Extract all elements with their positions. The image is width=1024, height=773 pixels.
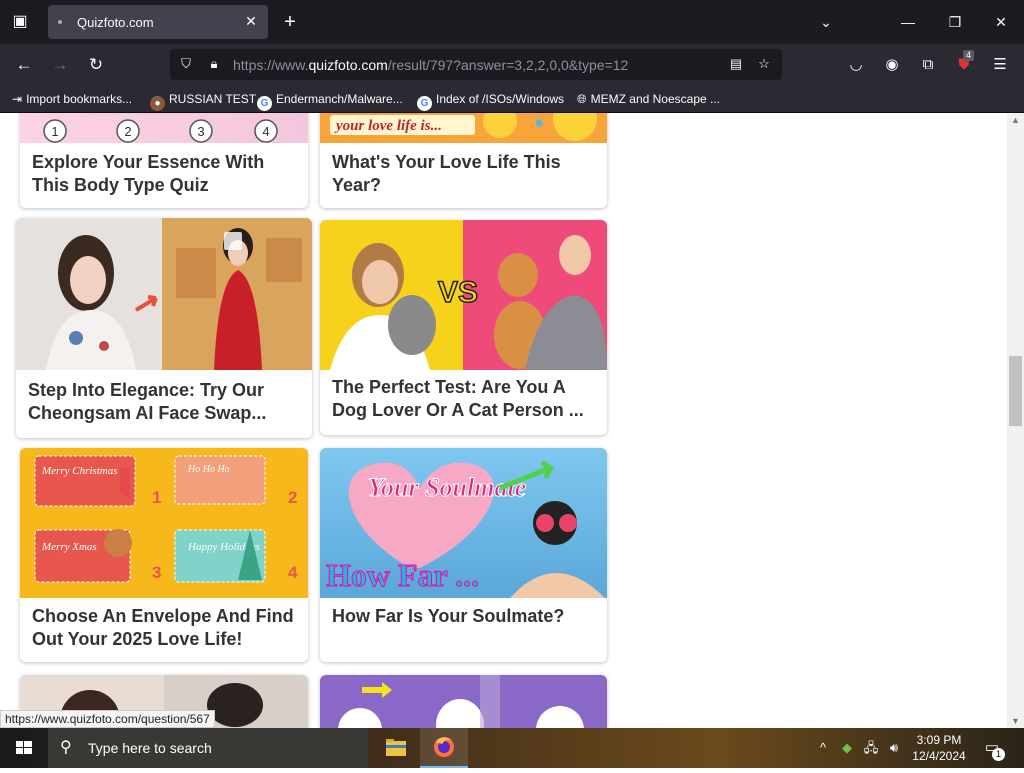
lock-icon[interactable]: 🔒︎ xyxy=(204,54,224,74)
account-icon[interactable]: ◉ xyxy=(879,52,905,78)
bookmark-endermanch[interactable]: G Endermanch/Malware... xyxy=(257,90,403,111)
new-tab-button[interactable]: + xyxy=(278,10,302,34)
scroll-down-arrow-icon[interactable]: ▼ xyxy=(1007,714,1024,728)
search-placeholder: Type here to search xyxy=(88,740,212,756)
address-bar[interactable]: ⛉ 🔒︎ https://www.quizfoto.com/result/797… xyxy=(170,49,782,80)
extensions-icon[interactable]: ⧉ xyxy=(915,52,941,78)
thumb-caption: your love life is... xyxy=(334,118,442,134)
quiz-thumbnail: Your Soulmate How Far ... xyxy=(320,448,607,598)
quiz-title[interactable]: How Far Is Your Soulmate? xyxy=(332,605,597,628)
back-button[interactable]: ← xyxy=(11,52,37,78)
quiz-card-envelope[interactable]: Merry Christmas Ho Ho Ho Merry Xmas Happ… xyxy=(20,448,308,662)
search-icon: ⚲ xyxy=(60,739,72,756)
quiz-title[interactable]: What's Your Love Life This Year? xyxy=(332,151,597,197)
tab-close-icon[interactable]: ✕ xyxy=(242,12,260,30)
thumb-subtitle-text: How Far ... xyxy=(326,557,479,593)
reload-button[interactable]: ↻ xyxy=(83,52,109,78)
quiz-title[interactable]: Step Into Elegance: Try Our Cheongsam AI… xyxy=(28,379,302,425)
quiz-thumbnail xyxy=(16,218,312,370)
volume-icon[interactable]: 🔊︎ xyxy=(885,739,903,757)
quiz-thumbnail xyxy=(320,675,607,728)
quiz-thumbnail: VS xyxy=(320,220,607,370)
quiz-title[interactable]: The Perfect Test: Are You A Dog Lover Or… xyxy=(332,376,597,422)
bookmark-star-icon[interactable]: ☆ xyxy=(754,54,774,74)
browser-tab[interactable]: Quizfoto.com ✕ xyxy=(48,5,268,39)
google-icon: G xyxy=(417,96,432,111)
page-scrollbar[interactable]: ▲ ▼ xyxy=(1007,113,1024,728)
close-window-button[interactable]: ✕ xyxy=(986,8,1016,36)
clock-time: 3:09 PM xyxy=(916,733,962,747)
navigation-toolbar: ← → ↻ ⛉ 🔒︎ https://www.quizfoto.com/resu… xyxy=(0,44,1024,85)
thumb-vs-text: VS xyxy=(438,276,478,309)
tracking-protection-shield-icon[interactable]: ⛉ xyxy=(176,54,196,74)
thumb-number: 4 xyxy=(262,124,269,139)
quiz-title[interactable]: Explore Your Essence With This Body Type… xyxy=(32,151,298,197)
thumb-number: 2 xyxy=(124,124,131,139)
thumb-number: 1 xyxy=(51,124,58,139)
firefox-view-icon[interactable]: ▣ xyxy=(8,10,32,34)
system-clock[interactable]: 3:09 PM 12/4/2024 xyxy=(905,732,973,764)
windows-taskbar: ⚲ Type here to search ^ ◆ 🖧︎ 🔊︎ 3:09 PM … xyxy=(0,728,1024,768)
globe-icon: 🌐︎ xyxy=(577,92,587,106)
import-icon: ⇥ xyxy=(12,92,23,106)
tab-bar: ▣ Quizfoto.com ✕ + ⌄ — ❐ ✕ xyxy=(0,0,1024,44)
envelope-label: Ho Ho Ho xyxy=(187,464,230,475)
site-icon: ● xyxy=(150,96,165,111)
app-menu-hamburger-icon[interactable]: ☰ xyxy=(987,52,1013,78)
firefox-taskbar-button[interactable] xyxy=(420,728,468,768)
envelope-label: Merry Xmas xyxy=(41,541,97,553)
quiz-card-dog-cat[interactable]: VS The Perfect Test: Are You A Dog Lover… xyxy=(320,220,607,435)
quiz-card-partial-right[interactable] xyxy=(320,675,607,728)
reader-view-icon[interactable]: ▤ xyxy=(726,54,746,74)
envelope-number: 1 xyxy=(152,488,161,507)
tray-app-icon[interactable]: ◆ xyxy=(838,739,856,757)
envelope-number: 3 xyxy=(152,563,161,582)
link-status-tooltip: https://www.quizfoto.com/question/567 xyxy=(0,710,215,728)
file-explorer-button[interactable] xyxy=(372,728,420,768)
restore-button[interactable]: ❐ xyxy=(940,8,970,36)
bookmark-import[interactable]: ⇥ Import bookmarks... xyxy=(12,90,132,108)
folder-icon xyxy=(386,739,406,756)
quiz-card-cheongsam[interactable]: Step Into Elegance: Try Our Cheongsam AI… xyxy=(16,218,312,438)
start-button[interactable] xyxy=(0,728,48,768)
quiz-card-soulmate[interactable]: Your Soulmate How Far ... How Far Is You… xyxy=(320,448,607,662)
quiz-title[interactable]: Choose An Envelope And Find Out Your 202… xyxy=(32,605,298,651)
scrollbar-thumb[interactable] xyxy=(1009,356,1022,426)
thumb-number: 3 xyxy=(197,124,204,139)
clock-date: 12/4/2024 xyxy=(912,749,966,763)
quiz-card-love-life[interactable]: your love life is... What's Your Love Li… xyxy=(320,113,607,208)
quiz-thumbnail: your love life is... xyxy=(320,113,607,143)
bookmarks-toolbar: ⇥ Import bookmarks... ● RUSSIAN TEST G Ende… xyxy=(0,85,1024,113)
quiz-thumbnail: 1 2 3 4 xyxy=(20,113,308,143)
show-hidden-icons-chevron-icon[interactable]: ^ xyxy=(814,739,832,757)
bookmark-memz[interactable]: 🌐︎ MEMZ and Noescape ... xyxy=(577,90,720,108)
envelope-number: 2 xyxy=(288,488,297,507)
quiz-thumbnail: Merry Christmas Ho Ho Ho Merry Xmas Happ… xyxy=(20,448,308,598)
url-text[interactable]: https://www.quizfoto.com/result/797?answ… xyxy=(233,57,628,73)
pocket-icon[interactable]: ◡ xyxy=(843,52,869,78)
list-all-tabs-chevron-icon[interactable]: ⌄ xyxy=(814,11,838,35)
web-page: 1 2 3 4 Explore Your Essence With This B… xyxy=(0,113,1024,728)
envelope-number: 4 xyxy=(288,563,298,582)
envelope-label: Merry Christmas xyxy=(41,465,117,477)
forward-button[interactable]: → xyxy=(47,52,73,78)
windows-logo-icon xyxy=(16,741,32,754)
bookmark-russian-test[interactable]: ● RUSSIAN TEST xyxy=(150,90,256,111)
network-icon[interactable]: 🖧︎ xyxy=(862,739,880,757)
quiz-card-body-type[interactable]: 1 2 3 4 Explore Your Essence With This B… xyxy=(20,113,308,208)
scroll-up-arrow-icon[interactable]: ▲ xyxy=(1007,113,1024,127)
notification-count-badge: 1 xyxy=(992,748,1005,761)
bookmark-isos[interactable]: G Index of /ISOs/Windows xyxy=(417,90,564,111)
minimize-button[interactable]: — xyxy=(893,8,923,36)
tab-title: Quizfoto.com xyxy=(77,15,154,30)
tab-favicon-icon xyxy=(58,20,62,24)
google-icon: G xyxy=(257,96,272,111)
extension-badge-count: 4 xyxy=(963,50,975,61)
firefox-icon xyxy=(434,737,454,757)
taskbar-search-box[interactable]: ⚲ Type here to search xyxy=(48,728,368,768)
